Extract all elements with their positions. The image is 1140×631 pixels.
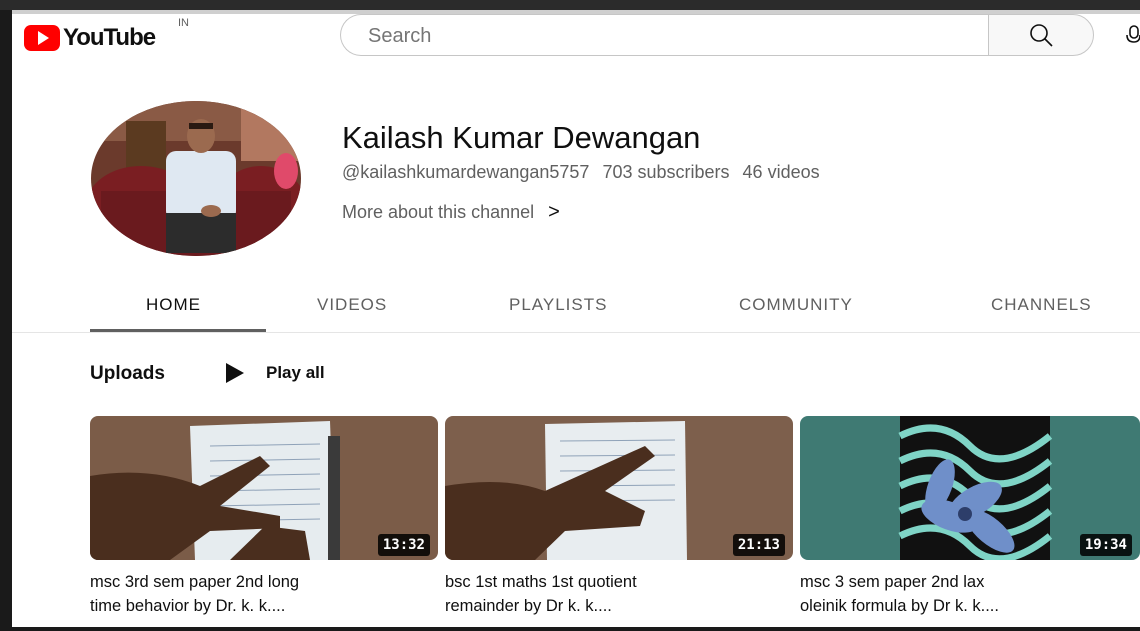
youtube-play-icon [24,25,60,51]
video-title[interactable]: bsc 1st maths 1st quotient remainder by … [445,570,785,618]
video-title-line: msc 3 sem paper 2nd lax [800,573,985,591]
video-thumbnail[interactable]: 21:13 [445,416,793,560]
play-all-button[interactable]: Play all [226,363,325,383]
chevron-right-icon: > [548,201,560,223]
play-icon [226,363,244,383]
channel-handle: @kailashkumardewangan5757 [342,162,590,182]
video-card[interactable]: 21:13 bsc 1st maths 1st quotient remaind… [445,416,793,618]
frame-left-border [0,10,12,631]
channel-avatar[interactable] [91,101,301,256]
channel-meta: @kailashkumardewangan5757 703 subscriber… [342,162,828,183]
tabs-divider [12,332,1140,333]
uploads-heading[interactable]: Uploads [90,363,165,385]
video-title-line: bsc 1st maths 1st quotient [445,573,637,591]
youtube-logo[interactable]: YouTube [24,24,156,52]
video-title-line: remainder by Dr k. k.... [445,597,612,615]
search-input[interactable] [366,23,970,49]
tab-videos[interactable]: VIDEOS [317,295,387,315]
search-box[interactable] [340,14,988,56]
subscriber-count: 703 subscribers [602,162,730,182]
video-title[interactable]: msc 3rd sem paper 2nd long time behavior… [90,570,430,618]
microphone-icon[interactable] [1126,24,1140,48]
video-title-line: time behavior by Dr. k. k.... [90,597,286,615]
video-duration: 19:34 [1079,534,1132,556]
video-count: 46 videos [742,162,820,182]
video-duration: 21:13 [732,534,785,556]
tab-community[interactable]: COMMUNITY [739,295,853,315]
video-card[interactable]: 13:32 msc 3rd sem paper 2nd long time be… [90,416,438,618]
video-title-line: oleinik formula by Dr k. k.... [800,597,999,615]
logo-text: YouTube [63,24,156,51]
play-all-label: Play all [266,363,325,382]
tab-channels[interactable]: CHANNELS [991,295,1092,315]
video-thumbnail[interactable]: 13:32 [90,416,438,560]
frame-bottom-border [0,627,1140,631]
channel-tabs: HOME VIDEOS PLAYLISTS COMMUNITY CHANNELS [90,288,1140,334]
active-tab-indicator [90,329,266,332]
tab-home[interactable]: HOME [146,295,201,315]
avatar-photo [91,101,301,256]
region-code: IN [178,17,189,29]
frame-top-border [0,0,1140,10]
video-title[interactable]: msc 3 sem paper 2nd lax oleinik formula … [800,570,1140,618]
video-thumbnail[interactable]: 19:34 [800,416,1140,560]
search-button[interactable] [988,14,1094,56]
tab-playlists[interactable]: PLAYLISTS [509,295,607,315]
video-duration: 13:32 [377,534,430,556]
video-card[interactable]: 19:34 msc 3 sem paper 2nd lax oleinik fo… [800,416,1140,618]
video-title-line: msc 3rd sem paper 2nd long [90,573,300,591]
channel-name: Kailash Kumar Dewangan [342,120,701,155]
more-about-label: More about this channel [342,202,535,222]
more-about-channel-link[interactable]: More about this channel > [342,201,560,224]
search-icon [1030,24,1053,47]
